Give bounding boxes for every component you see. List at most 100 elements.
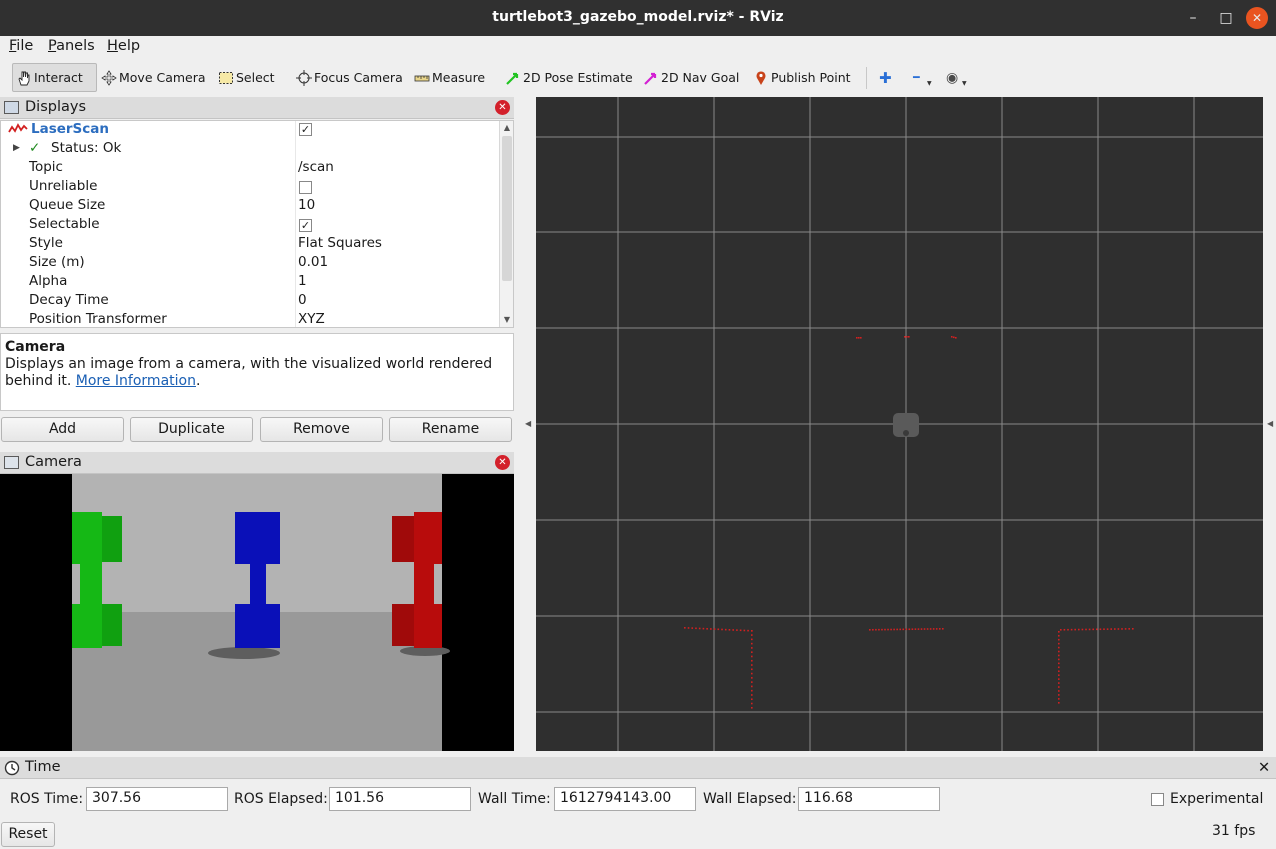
add-tool-button[interactable]: ✚ (879, 63, 892, 92)
tree-row-size[interactable]: Size (m) 0.01 (1, 254, 499, 273)
scroll-down-arrow-icon[interactable]: ▼ (500, 315, 513, 324)
tool-select[interactable]: Select (218, 63, 275, 92)
minimize-button[interactable]: – (1181, 6, 1205, 30)
laser-point (751, 655, 753, 658)
close-button[interactable]: ✕ (1246, 7, 1268, 29)
laser-point (893, 628, 895, 631)
rename-button[interactable]: Rename (389, 417, 512, 442)
style-value[interactable]: Flat Squares (298, 235, 382, 251)
laser-point (1058, 654, 1060, 657)
tree-row-selectable[interactable]: Selectable ✓ (1, 216, 499, 235)
close-time-panel-button[interactable]: ✕ (1258, 760, 1270, 776)
remove-tool-button[interactable]: ━ ▼ (913, 63, 932, 92)
scrollbar-thumb[interactable] (502, 136, 512, 281)
laser-point (751, 668, 753, 671)
tool-label: Interact (34, 70, 83, 85)
tool-measure[interactable]: Measure (414, 63, 485, 92)
laser-point (1058, 674, 1060, 676)
laser-point (955, 337, 957, 339)
laser-point (951, 336, 953, 338)
tree-row-topic[interactable]: Topic /scan (1, 159, 499, 178)
laser-point (743, 629, 746, 632)
select-icon (218, 70, 234, 86)
close-camera-panel-button[interactable]: ✕ (495, 455, 510, 470)
queue-size-value[interactable]: 10 (298, 197, 315, 213)
laserscan-enabled-checkbox[interactable]: ✓ (299, 123, 312, 136)
tree-row-queue-size[interactable]: Queue Size 10 (1, 197, 499, 216)
remove-button[interactable]: Remove (260, 417, 383, 442)
laser-point (1074, 628, 1076, 631)
laser-point (751, 681, 753, 683)
laser-point (1058, 638, 1060, 641)
tree-row-position-transformer[interactable]: Position Transformer XYZ (1, 311, 499, 327)
menu-help[interactable]: Help (107, 38, 140, 54)
property-name: Unreliable (29, 178, 98, 194)
tool-2d-pose-estimate[interactable]: 2D Pose Estimate (505, 63, 633, 92)
toolbar-separator (866, 67, 867, 89)
property-name: Selectable (29, 216, 100, 232)
eye-icon: ◉ (946, 69, 959, 86)
tool-move-camera[interactable]: Move Camera (101, 63, 206, 92)
tree-row-status[interactable]: ▶ ✓ Status: Ok (1, 140, 499, 159)
reset-button[interactable]: Reset (1, 822, 55, 847)
decay-time-value[interactable]: 0 (298, 292, 307, 308)
ros-elapsed-field[interactable]: 101.56 (329, 787, 471, 811)
tool-publish-point[interactable]: Publish Point (753, 63, 851, 92)
add-button[interactable]: Add (1, 417, 124, 442)
view-options-button[interactable]: ◉ ▼ (946, 63, 967, 92)
laser-point (1110, 628, 1112, 630)
duplicate-button[interactable]: Duplicate (130, 417, 253, 442)
topic-value[interactable]: /scan (298, 159, 334, 175)
property-name: Decay Time (29, 292, 109, 308)
laser-point (917, 628, 920, 630)
laser-point (1128, 628, 1130, 630)
tree-row-laserscan[interactable]: LaserScan ✓ (1, 121, 499, 140)
close-displays-panel-button[interactable]: ✕ (495, 100, 510, 115)
laser-point (739, 629, 742, 632)
camera-render (0, 474, 514, 751)
menu-panels[interactable]: Panels (48, 38, 95, 54)
laser-point (1058, 662, 1060, 665)
laser-point (908, 336, 910, 338)
tool-interact[interactable]: Interact (12, 63, 97, 92)
collapse-left-arrow-icon[interactable]: ◀ (525, 419, 531, 428)
window-title: turtlebot3_gazebo_model.rviz* - RViz (492, 9, 784, 25)
unreliable-checkbox[interactable] (299, 181, 312, 194)
property-name: Queue Size (29, 197, 106, 213)
maximize-button[interactable]: □ (1214, 6, 1238, 30)
laser-point (878, 628, 880, 631)
position-transformer-value[interactable]: XYZ (298, 311, 325, 327)
scroll-up-arrow-icon[interactable]: ▲ (500, 123, 513, 132)
more-information-link[interactable]: More Information (76, 373, 196, 389)
tree-row-style[interactable]: Style Flat Squares (1, 235, 499, 254)
laser-point (1058, 682, 1060, 684)
tree-row-alpha[interactable]: Alpha 1 (1, 273, 499, 292)
laser-point (1058, 658, 1060, 661)
wall-elapsed-field[interactable]: 116.68 (798, 787, 940, 811)
tree-row-unreliable[interactable]: Unreliable (1, 178, 499, 197)
laser-point (1070, 628, 1073, 631)
alpha-value[interactable]: 1 (298, 273, 307, 289)
laser-point (751, 647, 753, 649)
laser-point (929, 628, 932, 630)
minus-icon: ━ (913, 71, 920, 84)
laser-point (890, 628, 892, 631)
tree-row-decay-time[interactable]: Decay Time 0 (1, 292, 499, 311)
tool-2d-nav-goal[interactable]: 2D Nav Goal (643, 63, 739, 92)
tool-focus-camera[interactable]: Focus Camera (296, 63, 403, 92)
ros-time-field[interactable]: 307.56 (86, 787, 228, 811)
laser-point (751, 659, 753, 662)
wall-elapsed-label: Wall Elapsed: (703, 791, 797, 807)
3d-render-view[interactable] (536, 97, 1263, 751)
wall-time-field[interactable]: 1612794143.00 (554, 787, 696, 811)
experimental-checkbox[interactable] (1151, 793, 1164, 806)
collapse-right-arrow-icon[interactable]: ◀ (1267, 419, 1273, 428)
property-name: Topic (29, 159, 63, 175)
tool-label: 2D Nav Goal (661, 70, 740, 85)
size-value[interactable]: 0.01 (298, 254, 328, 270)
laser-point (1081, 628, 1084, 631)
expand-arrow-icon[interactable]: ▶ (13, 143, 20, 153)
displays-scrollbar[interactable]: ▲ ▼ (499, 121, 513, 327)
menu-file[interactable]: File (9, 38, 33, 54)
selectable-checkbox[interactable]: ✓ (299, 219, 312, 232)
